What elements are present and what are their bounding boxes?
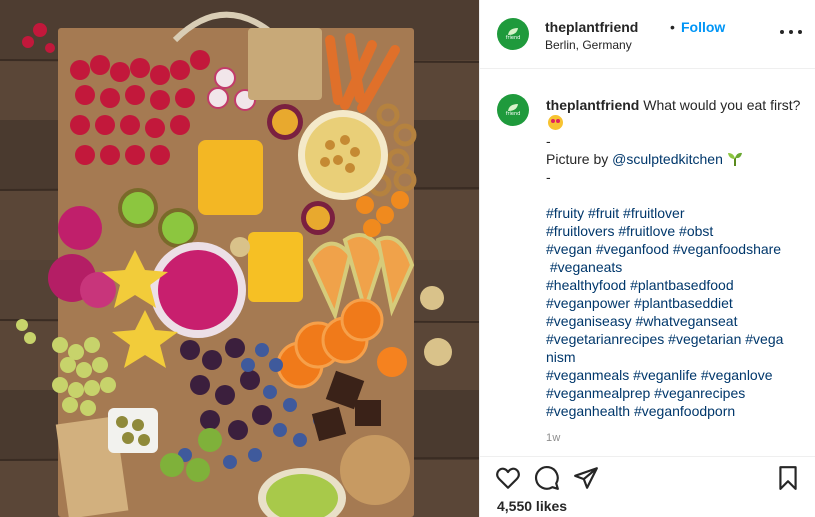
- hashtag-line[interactable]: #healthyfood #plantbasedfood: [546, 276, 801, 294]
- avatar-text: friend: [505, 35, 521, 41]
- comment-icon[interactable]: [534, 465, 560, 491]
- caption-username[interactable]: theplantfriend: [546, 97, 639, 113]
- hashtag-line[interactable]: #veganmealprep #veganrecipes: [546, 384, 801, 402]
- post-actions: 4,550 likes: [480, 456, 815, 517]
- header-username[interactable]: theplantfriend: [545, 19, 638, 35]
- star-struck-emoji-icon: [548, 115, 563, 130]
- avatar[interactable]: friend: [497, 18, 529, 50]
- caption-avatar[interactable]: friend: [497, 94, 529, 126]
- post-timestamp[interactable]: 1w: [546, 432, 561, 444]
- follow-button[interactable]: Follow: [681, 19, 725, 35]
- caption-dash: -: [546, 133, 551, 149]
- hashtag-line[interactable]: nism: [546, 348, 801, 366]
- bookmark-icon[interactable]: [775, 465, 801, 491]
- hashtag-line[interactable]: #fruitlovers #fruitlove #obst: [546, 222, 801, 240]
- caption-credit-line: Picture by @sculptedkitchen: [546, 150, 801, 168]
- separator-dot: •: [670, 19, 675, 35]
- post-header: friend theplantfriend • Follow Berlin, G…: [480, 0, 815, 69]
- more-options-icon[interactable]: [780, 24, 802, 40]
- credit-link[interactable]: @sculptedkitchen: [612, 151, 723, 167]
- fruit-platter-image: [0, 0, 479, 517]
- caption-text: What would you eat first?: [643, 97, 801, 113]
- hashtag-line[interactable]: #fruity #fruit #fruitlover: [546, 204, 801, 222]
- picture-by-text: Picture by: [546, 151, 609, 167]
- hashtag-line[interactable]: #veganiseasy #whatveganseat: [546, 312, 801, 330]
- post-side-panel: friend theplantfriend • Follow Berlin, G…: [479, 0, 815, 517]
- hashtag-line[interactable]: #vegetarianrecipes #vegetarian #vega: [546, 330, 801, 348]
- location-link[interactable]: Berlin, Germany: [545, 38, 632, 52]
- share-icon[interactable]: [573, 465, 599, 491]
- post-caption: theplantfriend What would you eat first?…: [546, 96, 801, 420]
- caption-dash: -: [546, 169, 551, 185]
- hashtag-line[interactable]: #veganmeals #veganlife #veganlove: [546, 366, 801, 384]
- likes-count[interactable]: 4,550 likes: [497, 498, 567, 514]
- hashtag-line[interactable]: #vegan #veganfood #veganfoodshare: [546, 240, 801, 258]
- heart-icon[interactable]: [495, 465, 521, 491]
- hashtag-line[interactable]: #veganpower #plantbaseddiet: [546, 294, 801, 312]
- seedling-emoji-icon: [727, 152, 742, 166]
- comments-area: friend theplantfriend What would you eat…: [480, 70, 815, 456]
- post-photo[interactable]: [0, 0, 479, 517]
- avatar-text: friend: [505, 111, 521, 117]
- hashtag-line[interactable]: #veganeats: [546, 258, 801, 276]
- hashtag-line[interactable]: #veganhealth #veganfoodporn: [546, 402, 801, 420]
